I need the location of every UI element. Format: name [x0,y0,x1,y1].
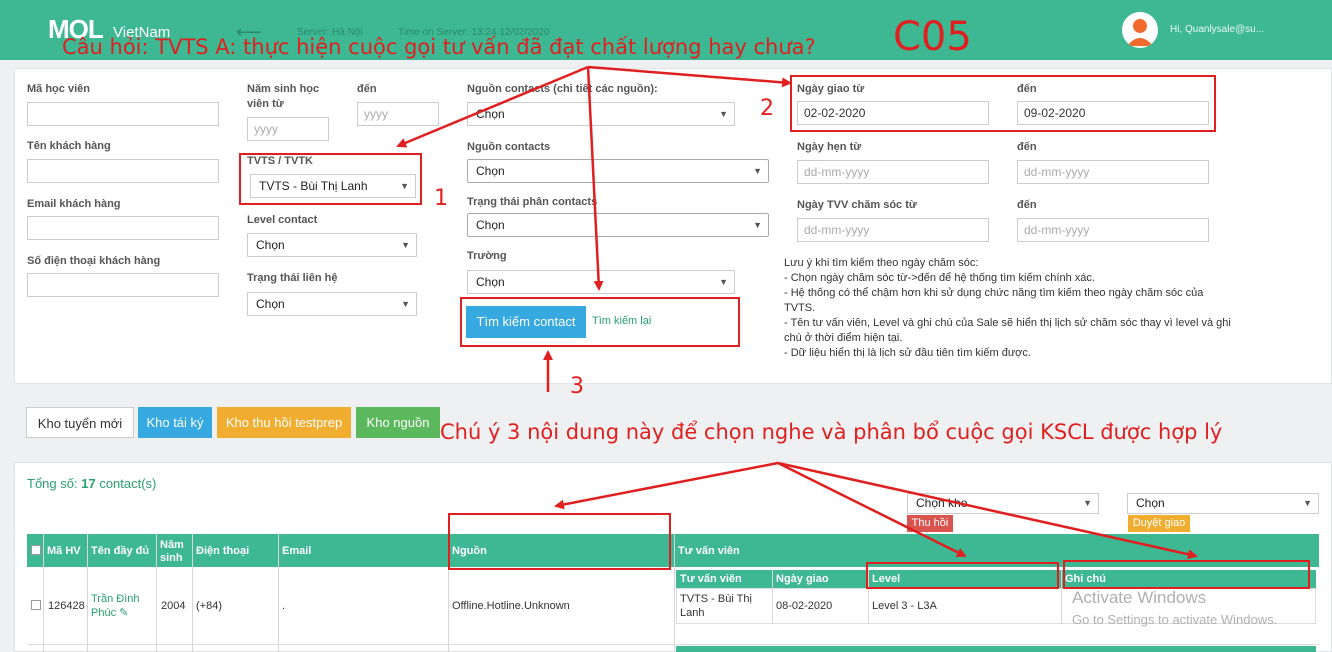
arrow-to-assign-date [587,65,792,88]
arrow-to-source [554,461,779,510]
arrow-to-level [777,461,967,558]
arrow-to-tvts [396,65,589,148]
arrow-to-note [777,461,1198,560]
annotation-arrows [396,65,1198,560]
arrow-to-search [586,66,604,291]
